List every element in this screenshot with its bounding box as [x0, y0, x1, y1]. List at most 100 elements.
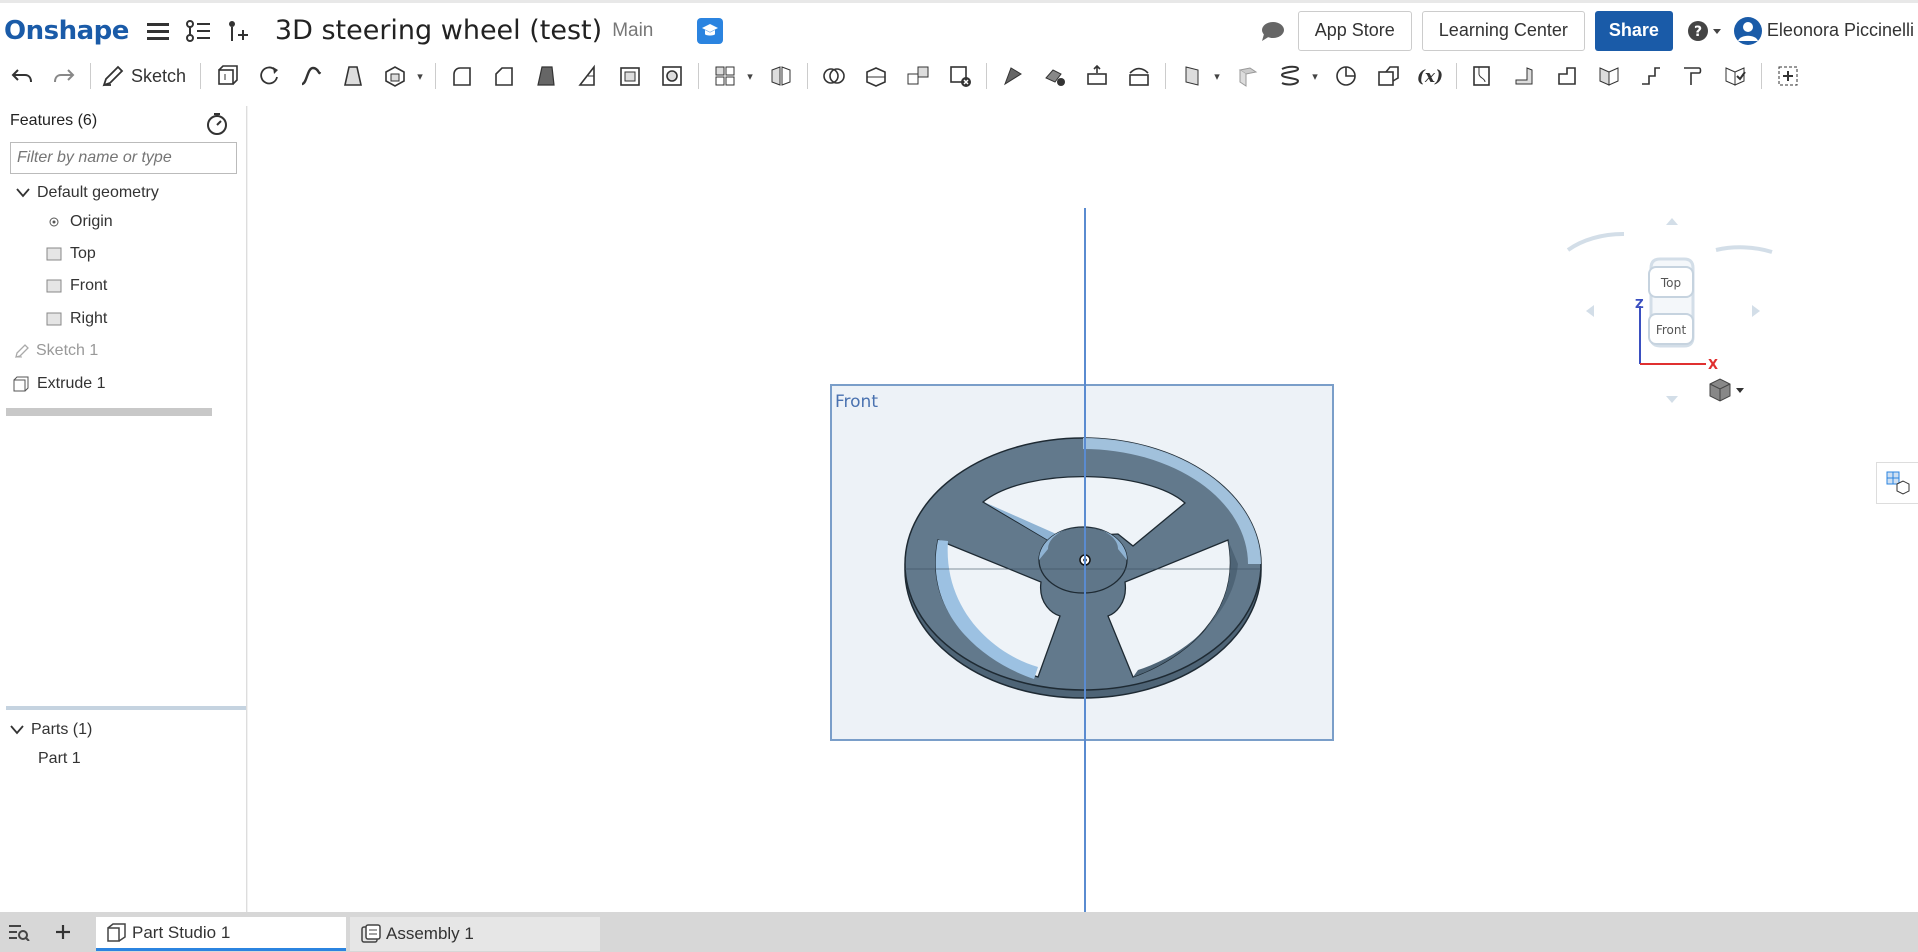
finish-sheet-metal-icon[interactable]	[1719, 60, 1751, 92]
draft-icon[interactable]	[530, 60, 562, 92]
feature-item-origin[interactable]: Origin	[48, 213, 113, 231]
boolean-icon[interactable]	[818, 60, 850, 92]
add-custom-feature-icon[interactable]	[1772, 60, 1804, 92]
view-cube-top-label[interactable]: Top	[1660, 276, 1681, 290]
onshape-logo[interactable]: Onshape	[4, 16, 129, 46]
toolbar-divider	[435, 63, 437, 89]
parts-divider[interactable]	[6, 706, 246, 710]
split-icon[interactable]	[860, 60, 892, 92]
assembly-icon	[361, 924, 381, 943]
rollback-timer-icon[interactable]	[205, 112, 229, 141]
document-title[interactable]: 3D steering wheel (test)	[275, 15, 602, 46]
add-tab-icon[interactable]	[54, 923, 72, 941]
feature-item-front[interactable]: Front	[46, 277, 107, 295]
default-geometry-folder[interactable]: Default geometry	[16, 184, 159, 202]
chevron-down-icon[interactable]: ▾	[1308, 70, 1322, 83]
toolbar-divider	[807, 63, 809, 89]
plane-icon	[46, 279, 62, 293]
version-graph-icon[interactable]	[183, 16, 213, 46]
feature-filter-input[interactable]	[10, 142, 237, 174]
delete-face-icon[interactable]	[1039, 60, 1071, 92]
hamburger-menu-icon[interactable]	[143, 16, 173, 46]
chevron-down-icon	[16, 188, 30, 198]
model-canvas[interactable]: Front Top Front Z X	[248, 94, 1918, 912]
branch-name[interactable]: Main	[612, 20, 653, 42]
rotate-left-arrow-icon	[1586, 305, 1594, 317]
helix-icon[interactable]	[1274, 60, 1306, 92]
tab-part-studio-1[interactable]: Part Studio 1	[96, 917, 346, 951]
revolve-icon[interactable]	[253, 60, 285, 92]
modify-fillet-icon[interactable]	[997, 60, 1029, 92]
delete-part-icon[interactable]	[944, 60, 976, 92]
view-cube[interactable]: Top Front Z X	[1566, 218, 1773, 403]
feature-item-top[interactable]: Top	[46, 245, 96, 263]
svg-text:(x): (x)	[1417, 67, 1443, 87]
view-mode-dropdown[interactable]	[1709, 378, 1744, 402]
shell-icon[interactable]	[614, 60, 646, 92]
thicken-icon[interactable]	[379, 60, 411, 92]
toolbar-divider	[1165, 63, 1167, 89]
app-store-button[interactable]: App Store	[1297, 10, 1412, 51]
sketch-button[interactable]: Sketch	[101, 64, 186, 88]
tab-icon[interactable]	[1551, 60, 1583, 92]
undo-icon[interactable]	[6, 60, 38, 92]
feature-item-right[interactable]: Right	[46, 310, 107, 328]
replace-face-icon[interactable]	[1123, 60, 1155, 92]
sheet-metal-icon[interactable]	[1467, 60, 1499, 92]
sketch-pencil-icon	[15, 344, 29, 358]
chevron-down-icon[interactable]: ▾	[743, 70, 757, 83]
feature-label: Sketch 1	[36, 342, 99, 359]
tab-manager-icon[interactable]	[8, 923, 30, 941]
top-bar-right: App Store Learning Center Share ? Eleono…	[1248, 3, 1918, 58]
share-button[interactable]: Share	[1594, 10, 1673, 51]
part-studio-icon	[107, 922, 126, 942]
mirror-icon[interactable]	[765, 60, 797, 92]
redo-icon[interactable]	[48, 60, 80, 92]
fillet-icon[interactable]	[446, 60, 478, 92]
hole-icon[interactable]	[656, 60, 688, 92]
tab-assembly-1[interactable]: Assembly 1	[350, 917, 600, 951]
graphics-area[interactable]: Front Top Front Z X	[248, 94, 1918, 912]
loft-icon[interactable]	[337, 60, 369, 92]
flange-icon[interactable]	[1509, 60, 1541, 92]
feature-item-extrude-1[interactable]: Extrude 1	[12, 375, 105, 393]
top-bar: Onshape 3D steering wheel (test) Main Ap…	[0, 0, 1918, 58]
chevron-down-icon[interactable]: ▾	[1210, 70, 1224, 83]
move-face-icon[interactable]	[1081, 60, 1113, 92]
variable-icon[interactable]: (x)	[1414, 60, 1446, 92]
rib-icon[interactable]	[572, 60, 604, 92]
feature-item-sketch-1[interactable]: Sketch 1	[14, 342, 98, 360]
plane-icon[interactable]	[1176, 60, 1208, 92]
transform-icon[interactable]	[902, 60, 934, 92]
education-badge-icon[interactable]	[697, 17, 724, 44]
feature-label: Extrude 1	[37, 375, 106, 392]
part-item[interactable]: Part 1	[38, 750, 81, 768]
comments-icon[interactable]	[1258, 16, 1288, 46]
linear-pattern-icon[interactable]	[709, 60, 741, 92]
mass-properties-icon[interactable]	[1372, 60, 1404, 92]
user-menu[interactable]: Eleonora Piccinelli	[1733, 16, 1914, 46]
rollback-bar[interactable]	[6, 408, 212, 416]
extrude-icon	[13, 376, 29, 392]
feature-label: Right	[70, 310, 108, 327]
sweep-icon[interactable]	[295, 60, 327, 92]
chamfer-icon[interactable]	[488, 60, 520, 92]
help-icon[interactable]: ?	[1685, 16, 1725, 46]
extrude-icon[interactable]	[211, 60, 243, 92]
mate-connector-icon[interactable]	[1232, 60, 1264, 92]
learning-center-button[interactable]: Learning Center	[1421, 10, 1585, 51]
joint-icon[interactable]	[1635, 60, 1667, 92]
measure-icon[interactable]	[1330, 60, 1362, 92]
steering-wheel-part[interactable]	[904, 437, 1262, 699]
chevron-down-icon[interactable]: ▾	[413, 70, 427, 83]
configurations-panel-icon[interactable]	[1876, 462, 1918, 504]
tab-bar: Part Studio 1 Assembly 1	[0, 912, 1918, 952]
parts-folder[interactable]: Parts (1)	[10, 721, 92, 739]
feature-list-panel: Features (6) Default geometry Origin Top…	[0, 106, 247, 912]
form-icon[interactable]	[1593, 60, 1625, 92]
view-cube-front-label[interactable]: Front	[1656, 323, 1687, 337]
insert-feature-icon[interactable]	[223, 16, 253, 46]
corner-icon[interactable]	[1677, 60, 1709, 92]
rotate-right-arrow-icon	[1752, 305, 1760, 317]
axis-x-label: X	[1708, 358, 1718, 373]
